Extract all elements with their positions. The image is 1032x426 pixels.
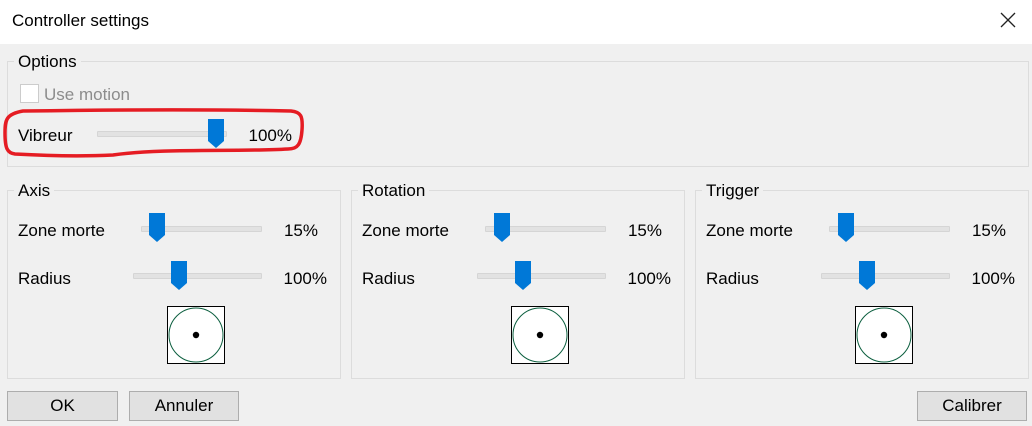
use-motion-label: Use motion: [44, 85, 130, 104]
trigger-deadzone-slider-thumb[interactable]: [838, 213, 854, 243]
vibreur-value: 100%: [248, 126, 292, 145]
axis-radius-slider-track[interactable]: [133, 273, 262, 279]
slider-thumb-icon: [171, 261, 187, 290]
slider-thumb-icon: [494, 213, 510, 242]
rotation-deadzone-value: 15%: [627, 221, 662, 240]
trigger-deadzone-preview: [855, 306, 913, 364]
close-icon: [1000, 12, 1016, 28]
slider-thumb-icon: [208, 119, 224, 148]
axis-deadzone-label: Zone morte: [18, 221, 105, 240]
rotation-group-label: Rotation: [358, 181, 430, 201]
use-motion-checkbox[interactable]: [20, 84, 39, 103]
axis-radius-label: Radius: [18, 269, 71, 288]
rotation-radius-slider-thumb[interactable]: [515, 261, 531, 291]
axis-deadzone-preview: [167, 306, 225, 364]
trigger-radius-slider-track[interactable]: [821, 273, 950, 279]
rotation-radius-slider-track[interactable]: [477, 273, 606, 279]
slider-thumb-icon: [838, 213, 854, 242]
trigger-radius-slider-thumb[interactable]: [859, 261, 875, 291]
options-group-label: Options: [14, 52, 81, 72]
rotation-radius-value: 100%: [627, 269, 671, 288]
trigger-deadzone-value: 15%: [971, 221, 1006, 240]
slider-thumb-icon: [149, 213, 165, 242]
trigger-deadzone-label: Zone morte: [706, 221, 793, 240]
vibreur-slider-thumb[interactable]: [208, 119, 224, 149]
calibrate-button[interactable]: Calibrer: [917, 391, 1027, 421]
close-button[interactable]: [990, 4, 1026, 40]
axis-deadzone-value: 15%: [283, 221, 318, 240]
ok-button[interactable]: OK: [7, 391, 118, 421]
rotation-radius-label: Radius: [362, 269, 415, 288]
title-bar: Controller settings: [0, 0, 1032, 44]
rotation-deadzone-preview: [511, 306, 569, 364]
cancel-button[interactable]: Annuler: [129, 391, 239, 421]
trigger-radius-value: 100%: [971, 269, 1015, 288]
slider-thumb-icon: [515, 261, 531, 290]
axis-radius-value: 100%: [283, 269, 327, 288]
window-title: Controller settings: [12, 11, 150, 30]
slider-thumb-icon: [859, 261, 875, 290]
axis-deadzone-slider-thumb[interactable]: [149, 213, 165, 243]
rotation-deadzone-label: Zone morte: [362, 221, 449, 240]
trigger-group-label: Trigger: [702, 181, 764, 201]
options-group: Options: [7, 52, 1029, 167]
axis-group-label: Axis: [14, 181, 55, 201]
axis-radius-slider-thumb[interactable]: [171, 261, 187, 291]
vibreur-label: Vibreur: [18, 126, 73, 145]
trigger-radius-label: Radius: [706, 269, 759, 288]
rotation-deadzone-slider-thumb[interactable]: [494, 213, 510, 243]
